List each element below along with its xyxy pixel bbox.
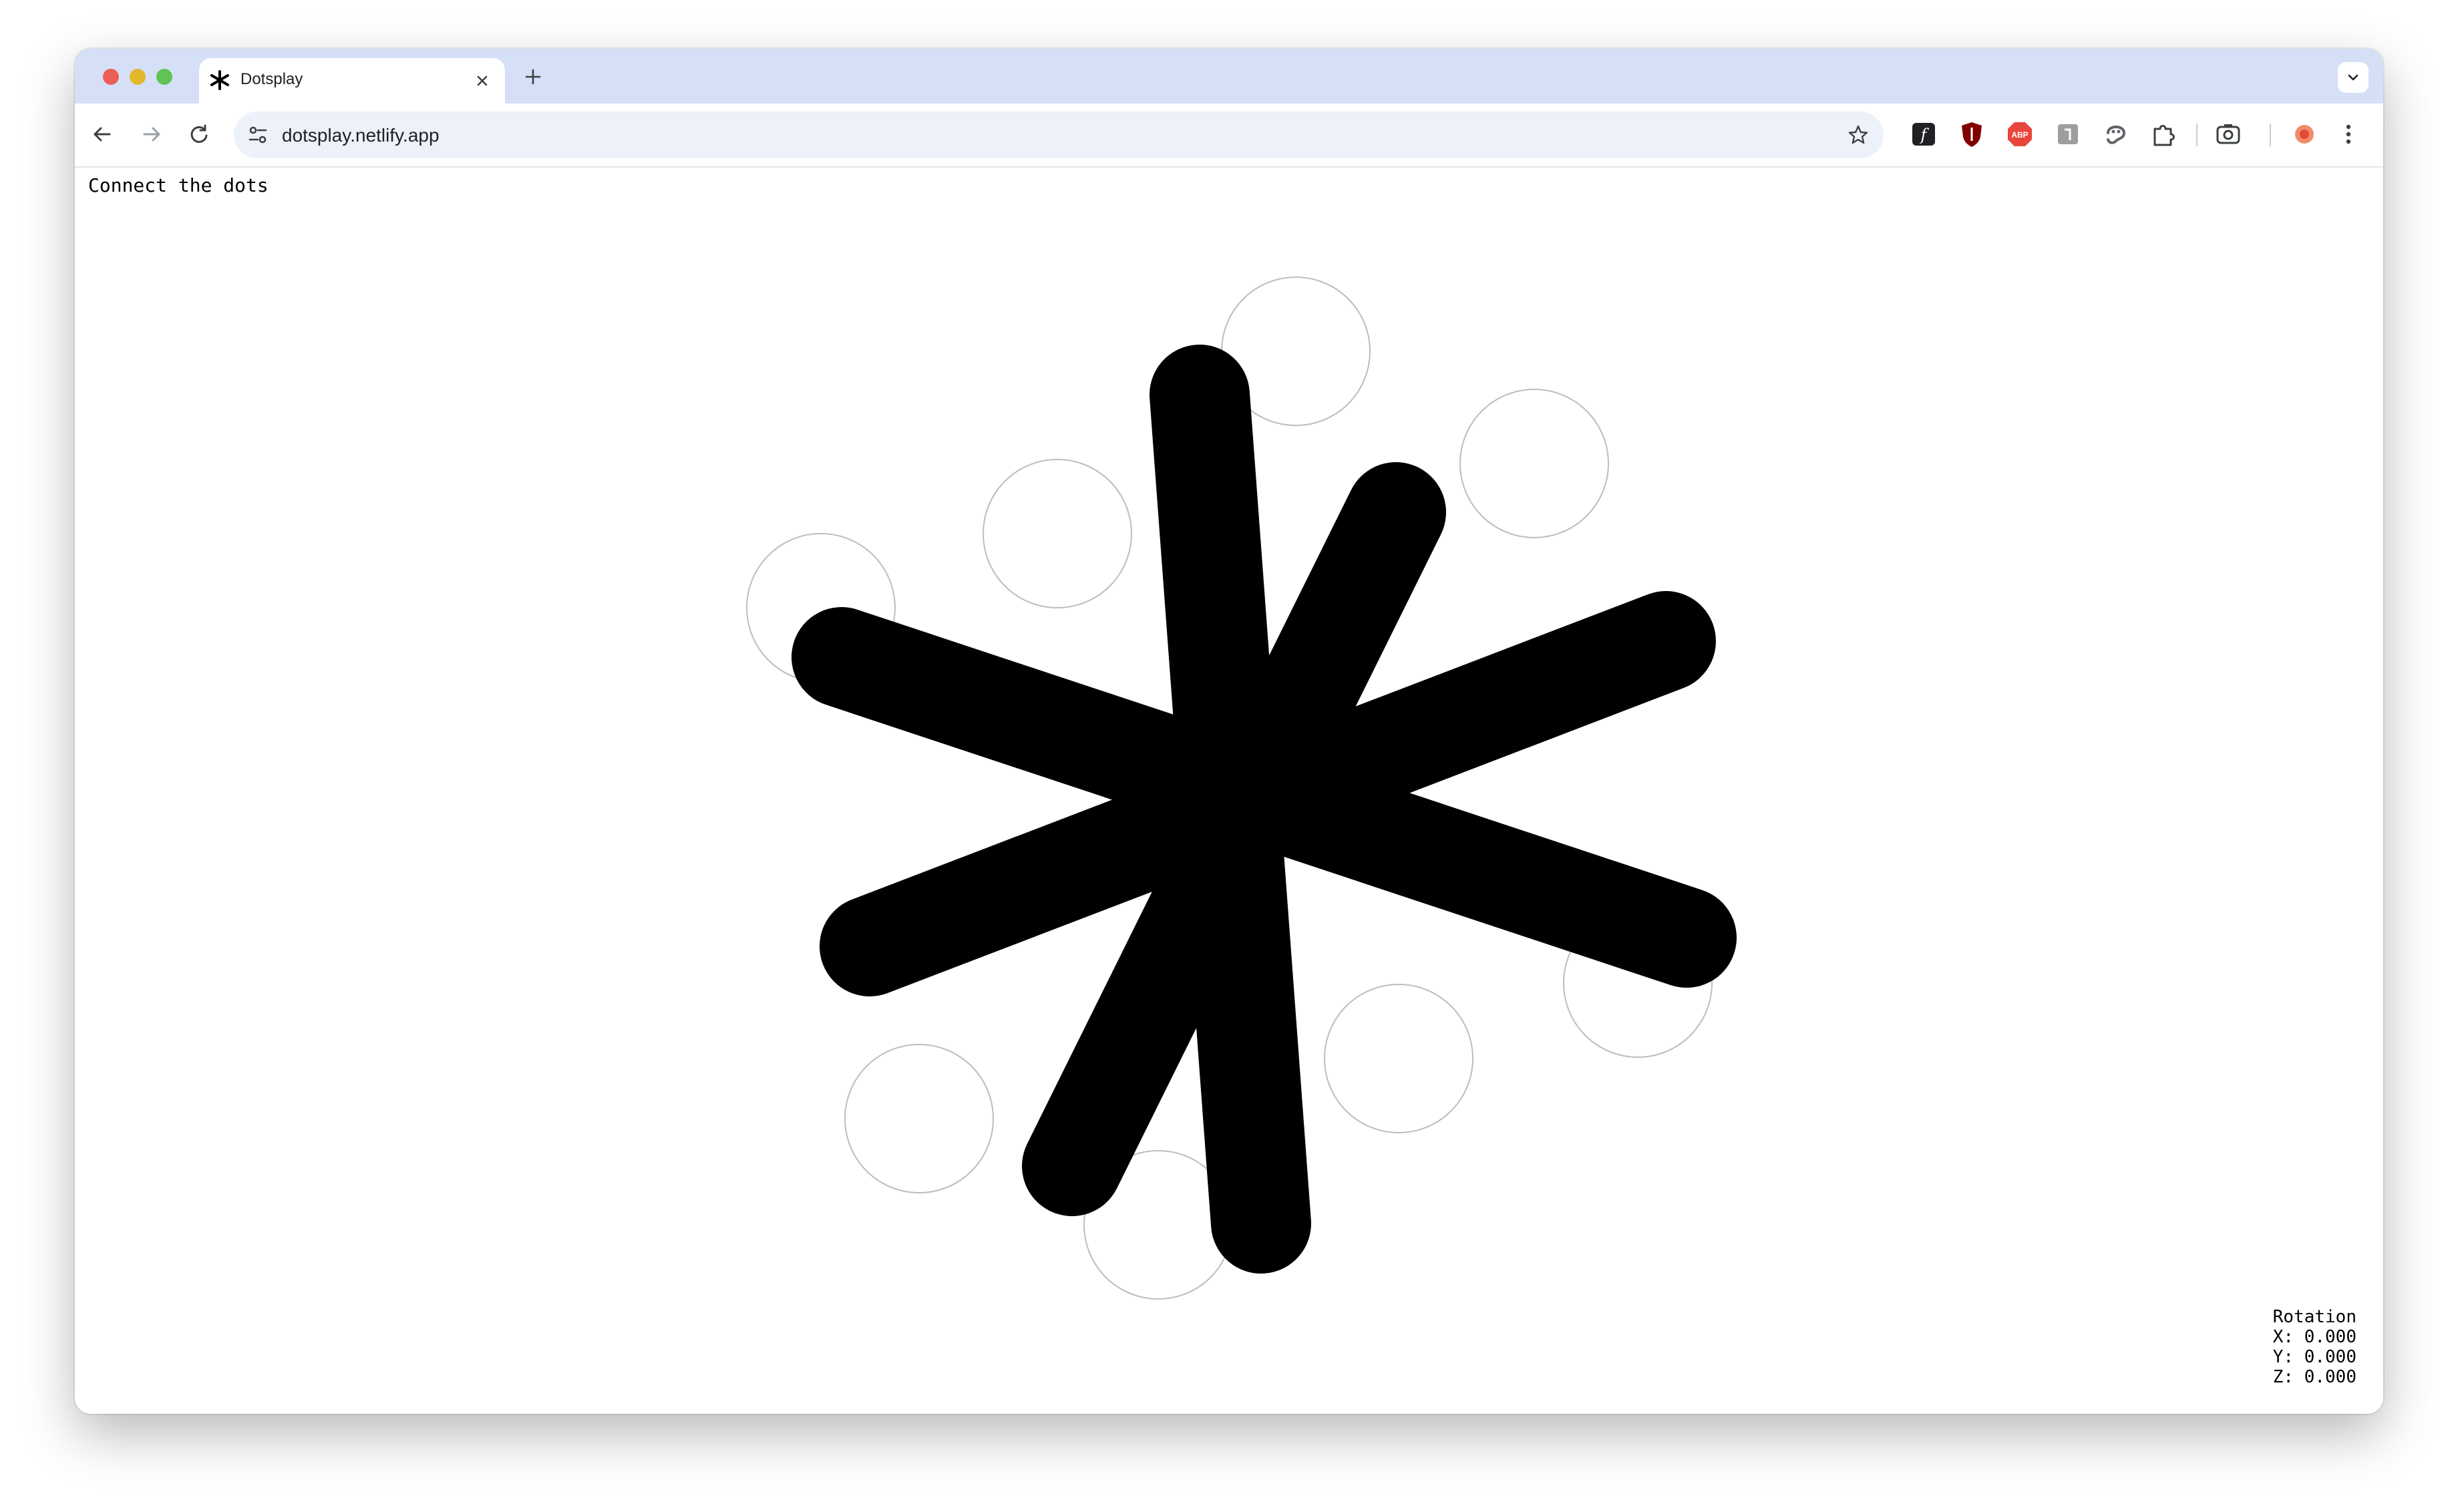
face-extension-icon[interactable]	[2100, 118, 2132, 150]
dots-canvas[interactable]	[75, 168, 2383, 1414]
dot-target	[983, 459, 1132, 608]
rotation-y: Y: 0.000	[2272, 1347, 2356, 1367]
close-tab-icon[interactable]	[473, 71, 492, 90]
rotation-title: Rotation	[2272, 1307, 2356, 1327]
back-arrow-icon[interactable]	[88, 120, 118, 149]
close-window-button[interactable]	[103, 69, 119, 85]
abp-icon[interactable]: ABP	[2004, 118, 2036, 150]
dot-target	[844, 1044, 994, 1193]
dot-target	[1324, 984, 1473, 1133]
tab-dotsplay[interactable]: Dotsplay	[199, 58, 505, 104]
rotation-z: Z: 0.000	[2272, 1367, 2356, 1387]
shield-icon[interactable]	[1956, 118, 1988, 150]
chevron-down-icon	[2348, 74, 2358, 81]
camera-icon[interactable]	[2212, 118, 2244, 150]
rotation-readout: Rotation X: 0.000 Y: 0.000 Z: 0.000	[2273, 1307, 2356, 1387]
bookmark-star-icon[interactable]	[1846, 123, 1870, 147]
minimize-window-button[interactable]	[130, 69, 146, 85]
toolbar-separator	[2270, 124, 2271, 146]
page-heading: Connect the dots	[88, 174, 269, 196]
svg-text:ABP: ABP	[2011, 130, 2028, 140]
puzzle-icon[interactable]	[2148, 118, 2180, 150]
page-content: Connect the dots Rotation X: 0.000 Y: 0.…	[75, 168, 2383, 1414]
profile-avatar-icon[interactable]	[2288, 118, 2320, 150]
tab-strip: Dotsplay	[75, 49, 2383, 104]
forward-arrow-icon[interactable]	[136, 120, 166, 149]
url-text: dotsplay.netlify.app	[282, 125, 440, 146]
toolbar-separator	[2196, 124, 2198, 146]
more-icon[interactable]	[2332, 118, 2364, 150]
address-bar[interactable]: dotsplay.netlify.app	[234, 112, 1884, 158]
dot-target	[1459, 389, 1609, 538]
new-tab-icon[interactable]	[522, 66, 544, 87]
site-settings-icon[interactable]	[246, 123, 270, 147]
browser-window: Dotsplay dotsplay.netlify.app f ABP Conn…	[75, 49, 2383, 1414]
reload-icon[interactable]	[184, 120, 214, 149]
maximize-window-button[interactable]	[156, 69, 172, 85]
tab-search-button[interactable]	[2338, 62, 2368, 93]
font-icon[interactable]: f	[1908, 118, 1940, 150]
square-extension-icon[interactable]	[2052, 118, 2084, 150]
tab-title: Dotsplay	[240, 70, 303, 88]
asterisk-icon	[210, 70, 229, 90]
browser-toolbar: dotsplay.netlify.app f ABP	[75, 104, 2383, 168]
rotation-x: X: 0.000	[2272, 1327, 2356, 1347]
